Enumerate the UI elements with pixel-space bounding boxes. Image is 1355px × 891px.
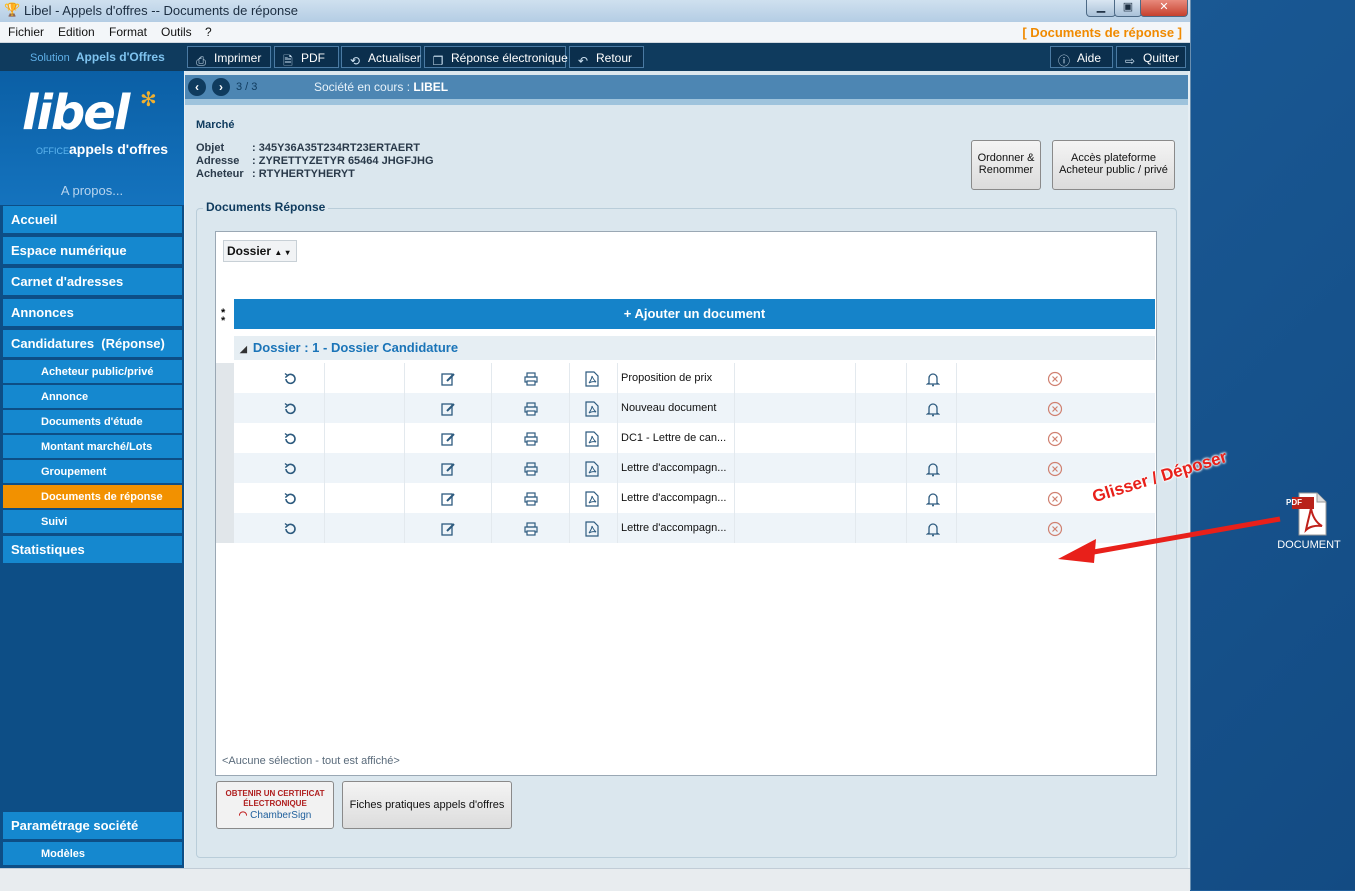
desktop-pdf-icon[interactable]: PDF DOCUMENT	[1276, 492, 1342, 551]
pdf-badge: PDF	[1286, 498, 1302, 507]
drag-arrow-line	[1087, 516, 1281, 556]
desktop-icon-label: DOCUMENT	[1277, 539, 1341, 551]
drag-arrow-overlay	[1058, 516, 1281, 563]
drag-arrow-head	[1058, 539, 1096, 563]
